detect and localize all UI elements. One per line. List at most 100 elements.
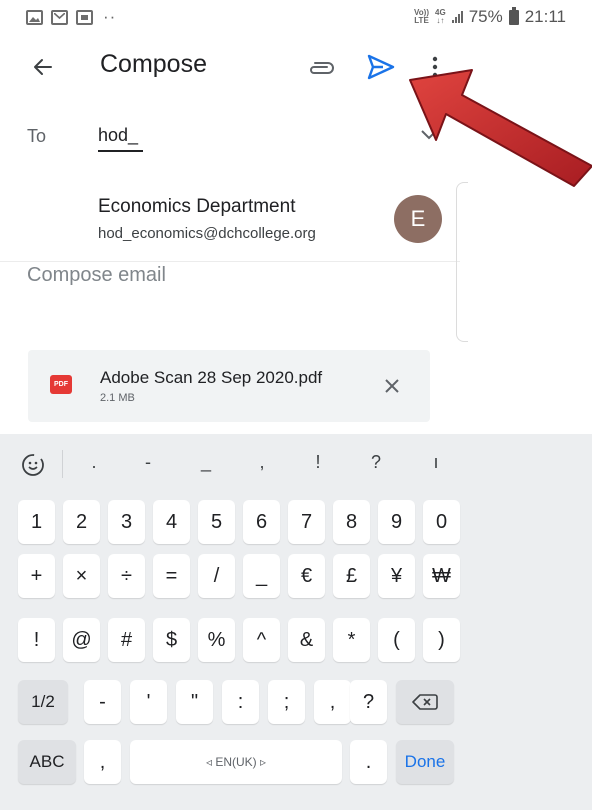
period-key[interactable]: . [350,740,387,784]
key[interactable]: ( [378,618,415,662]
key[interactable]: , [314,680,351,724]
paperclip-icon [310,62,334,74]
volte-icon: Vo)) LTE [414,9,429,25]
key[interactable]: - [84,680,121,724]
key[interactable]: ₩ [423,554,460,598]
contact-name: Economics Department [98,196,296,217]
notification-dots: ·· [103,7,117,26]
key[interactable]: ! [18,618,55,662]
app-bar: Compose [0,34,592,100]
half-page-key[interactable]: 1/2 [18,680,68,724]
to-label: To [27,126,47,146]
key[interactable]: × [63,554,100,598]
keyboard-toolbar: . - _ , ! ? ı [0,434,592,494]
key[interactable]: + [18,554,55,598]
key[interactable]: £ [333,554,370,598]
clock: 21:11 [524,7,566,26]
status-left: ·· [26,7,116,27]
compose-body-input[interactable]: Compose email [27,264,427,287]
key[interactable]: 3 [108,500,145,544]
abc-key[interactable]: ABC [18,740,76,784]
back-arrow-icon [34,59,52,75]
toolbar-separator [62,450,63,478]
comma-key[interactable]: , [84,740,121,784]
key[interactable]: € [288,554,325,598]
key[interactable]: : [222,680,259,724]
key[interactable]: ¥ [378,554,415,598]
backspace-key[interactable] [396,680,454,724]
battery-percent: 75% [468,7,503,26]
attach-button[interactable] [306,54,336,84]
key[interactable]: ) [423,618,460,662]
key[interactable]: " [176,680,213,724]
key[interactable]: ' [130,680,167,724]
attachment-name: Adobe Scan 28 Sep 2020.pdf [100,368,323,387]
gallery-icon [26,9,43,25]
key[interactable]: ; [268,680,305,724]
key[interactable]: & [288,618,325,662]
avatar: E [394,195,442,243]
key[interactable]: * [333,618,370,662]
key[interactable]: 4 [153,500,190,544]
key[interactable]: 9 [378,500,415,544]
done-key[interactable]: Done [396,740,454,784]
contact-suggestion[interactable]: Economics Department hod_economics@dchco… [0,182,460,262]
key[interactable]: ^ [243,618,280,662]
space-key[interactable]: ◃ EN(UK) ▹ [130,740,342,784]
keyboard-toggle-button[interactable] [18,450,48,480]
close-icon [385,379,399,393]
suggest-key[interactable]: - [136,452,160,473]
expand-recipients-button[interactable] [418,124,440,146]
to-input-underline [98,150,143,152]
key[interactable]: ? [350,680,387,724]
attachment-chip[interactable]: PDF Adobe Scan 28 Sep 2020.pdf 2.1 MB [28,350,430,422]
status-bar: ·· Vo)) LTE 4G ↓↑ 75% 21:11 [0,0,592,34]
data-arrows-icon: ↓↑ [436,16,445,25]
gmail-icon [51,9,68,25]
key[interactable]: @ [63,618,100,662]
key[interactable]: = [153,554,190,598]
key[interactable]: 6 [243,500,280,544]
battery-icon [508,6,519,25]
status-right: Vo)) LTE 4G ↓↑ 75% 21:11 [414,6,566,27]
volte-label-bottom: LTE [414,16,429,25]
to-row: To hod_ [0,100,460,168]
suggest-key[interactable]: _ [194,452,218,473]
backspace-icon [412,694,438,710]
send-button[interactable] [364,50,398,84]
signal-icon [451,11,463,23]
back-button[interactable] [28,52,58,82]
network-type-icon: 4G ↓↑ [435,9,446,25]
remove-attachment-button[interactable] [380,374,404,398]
suggest-key[interactable]: . [82,452,106,473]
key[interactable]: 8 [333,500,370,544]
key[interactable]: 0 [423,500,460,544]
key[interactable]: ÷ [108,554,145,598]
pdf-file-icon: PDF [50,375,72,394]
suggest-key[interactable]: ? [364,452,388,473]
suggest-key[interactable]: ! [306,452,330,473]
key[interactable]: 5 [198,500,235,544]
suggest-key[interactable]: , [250,452,274,473]
send-icon [367,54,395,80]
key[interactable]: % [198,618,235,662]
app-icon [76,9,93,25]
keyboard: . - _ , ! ? ı 1 2 3 4 5 6 7 8 9 0 + × ÷ … [0,434,592,810]
key[interactable]: 1 [18,500,55,544]
to-input[interactable]: hod_ [98,125,358,146]
key[interactable]: # [108,618,145,662]
attachment-size: 2.1 MB [100,392,135,404]
chevron-down-icon [421,130,437,140]
key[interactable]: _ [243,554,280,598]
more-vert-icon [432,56,438,78]
key[interactable]: $ [153,618,190,662]
page-title: Compose [100,50,207,78]
key[interactable]: 2 [63,500,100,544]
contact-email: hod_economics@dchcollege.org [98,225,316,242]
suggest-key[interactable]: ı [424,452,448,473]
key[interactable]: / [198,554,235,598]
emoji-toggle-icon [22,454,44,476]
key[interactable]: 7 [288,500,325,544]
suggestion-panel-edge [456,182,468,342]
more-options-button[interactable] [424,50,446,84]
